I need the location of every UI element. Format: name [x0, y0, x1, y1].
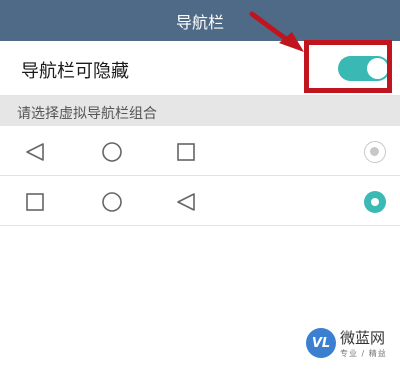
nav-combination-option-1[interactable]: [0, 127, 400, 176]
option-1-radio[interactable]: [364, 141, 386, 163]
section-header-text: 请选择虚拟导航栏组合: [17, 106, 157, 122]
recents-square-icon: [177, 143, 195, 161]
title-bar: 导航栏: [0, 0, 400, 41]
nav-combination-option-2[interactable]: [0, 177, 400, 226]
annotation-highlight-box: [304, 40, 392, 93]
watermark: VL 微蓝网 专业 / 精益: [306, 326, 396, 362]
section-header: 请选择虚拟导航栏组合: [0, 96, 400, 126]
recents-square-icon: [26, 193, 44, 211]
page-title: 导航栏: [175, 12, 224, 32]
option-2-radio[interactable]: [364, 191, 386, 213]
home-circle-icon: [102, 142, 122, 162]
back-triangle-icon: [26, 143, 44, 161]
watermark-tagline: 专业 / 精益: [340, 349, 387, 358]
watermark-name: 微蓝网: [340, 329, 386, 347]
home-circle-icon: [102, 192, 122, 212]
hide-navbar-label: 导航栏可隐藏: [21, 61, 129, 82]
navigation-bar-settings-screen: 导航栏 导航栏可隐藏 请选择虚拟导航栏组合 VL 微蓝网 专业 / 精益: [0, 0, 400, 383]
back-triangle-icon: [177, 193, 195, 211]
watermark-logo: VL: [306, 328, 336, 358]
